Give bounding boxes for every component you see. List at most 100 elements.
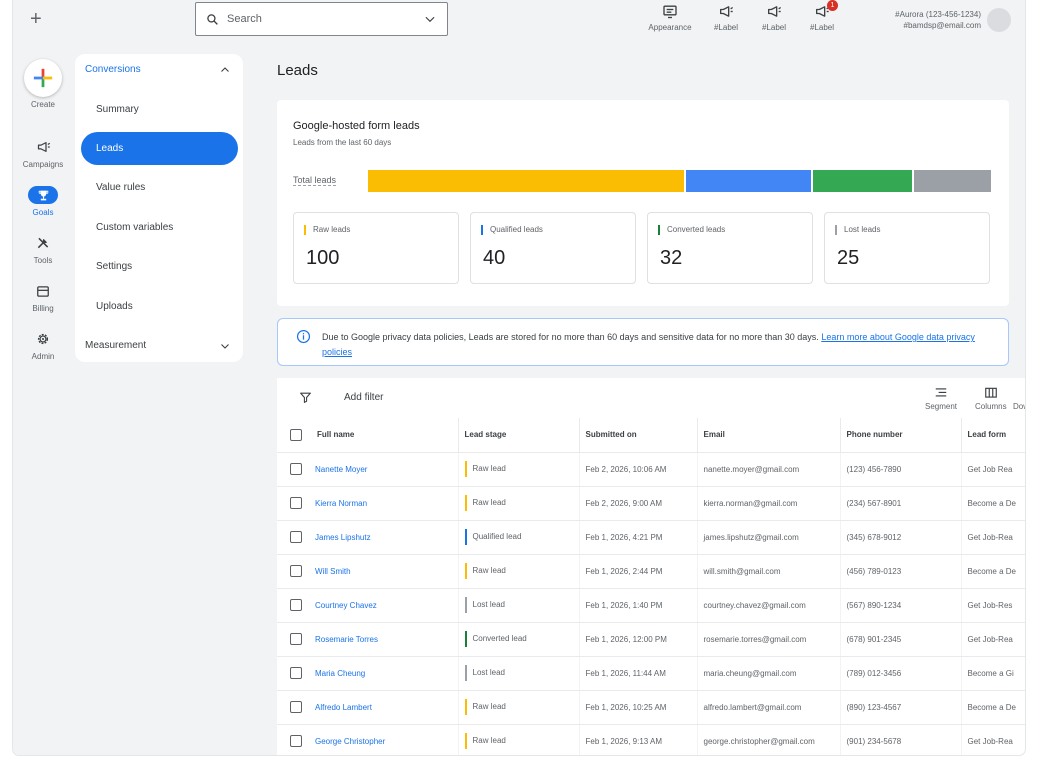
row-checkbox[interactable] xyxy=(290,497,302,509)
table-row[interactable]: Will Smith Raw lead Feb 1, 2026, 2:44 PM wi… xyxy=(277,554,1025,589)
row-checkbox[interactable] xyxy=(290,701,302,713)
segment-icon xyxy=(935,388,947,397)
table-header-row: Full name Lead stage Submitted on Email … xyxy=(277,418,1025,453)
lead-name-link[interactable]: Rosemarie Torres xyxy=(311,622,459,657)
submitted-on: Feb 2, 2026, 9:00 AM xyxy=(579,486,698,521)
table-row[interactable]: Rosemarie Torres Converted lead Feb 1, 202… xyxy=(277,622,1025,657)
lead-bar-segment[interactable] xyxy=(810,170,912,192)
col-lead-form[interactable]: Lead form xyxy=(961,418,1025,453)
filter-icon[interactable] xyxy=(299,391,312,404)
nav-item-custom-variables[interactable]: Custom variables xyxy=(96,222,173,233)
stat-raw-leads: Raw leads 100 xyxy=(293,212,459,284)
nav-item-summary[interactable]: Summary xyxy=(96,104,139,115)
columns-button[interactable]: Columns xyxy=(975,387,1007,411)
avatar[interactable] xyxy=(987,8,1011,32)
row-checkbox[interactable] xyxy=(290,633,302,645)
row-checkbox[interactable] xyxy=(290,667,302,679)
table-row[interactable]: Kierra Norman Raw lead Feb 2, 2026, 9:00 A… xyxy=(277,486,1025,521)
lead-name-link[interactable]: Nanette Moyer xyxy=(311,452,459,487)
stat-converted-leads: Converted leads 32 xyxy=(647,212,813,284)
rail-item-admin[interactable]: Admin xyxy=(13,330,73,361)
leads-summary-card: Google-hosted form leads Leads from the … xyxy=(277,100,1009,306)
table-row[interactable]: Courtney Chavez Lost lead Feb 1, 2026, 1:4… xyxy=(277,588,1025,623)
lead-bar-segment[interactable] xyxy=(368,170,685,192)
lead-name-link[interactable]: James Lipshutz xyxy=(311,520,459,555)
table-row[interactable]: Nanette Moyer Raw lead Feb 2, 2026, 10:06 … xyxy=(277,452,1025,487)
lead-phone: (567) 890-1234 xyxy=(840,588,962,623)
create-label: Create xyxy=(30,100,55,109)
table-row[interactable]: James Lipshutz Qualified lead Feb 1, 2026,… xyxy=(277,520,1025,555)
lead-name-link[interactable]: Alfredo Lambert xyxy=(311,690,459,725)
total-leads-label[interactable]: Total leads xyxy=(293,175,337,186)
label-text-3: #Label xyxy=(809,23,835,32)
row-checkbox[interactable] xyxy=(290,735,302,747)
nav-item-leads[interactable]: Leads xyxy=(81,132,238,165)
row-checkbox-cell xyxy=(277,588,311,623)
label-button-3[interactable]: 1 #Label xyxy=(805,0,839,32)
lead-email: maria.cheung@gmail.com xyxy=(697,656,841,691)
tools-icon xyxy=(37,237,49,249)
rail-item-goals[interactable]: Goals xyxy=(13,186,73,217)
chevron-up-icon[interactable] xyxy=(219,64,231,76)
create-button[interactable] xyxy=(24,59,62,97)
account-info[interactable]: #Aurora (123-456-1234) #bamdsp@email.com xyxy=(877,9,981,31)
rail-item-tools[interactable]: Tools xyxy=(13,234,73,265)
search-input[interactable]: Search xyxy=(227,13,423,25)
search-box[interactable]: Search xyxy=(195,2,448,36)
label-button-1[interactable]: #Label xyxy=(709,4,743,32)
table-row[interactable]: Maria Cheung Lost lead Feb 1, 2026, 11:44 … xyxy=(277,656,1025,691)
lead-stage-cell: Converted lead xyxy=(458,622,580,657)
lead-stage-cell: Raw lead xyxy=(458,724,580,755)
rail-item-billing[interactable]: Billing xyxy=(13,282,73,313)
table-body: Nanette Moyer Raw lead Feb 2, 2026, 10:06 … xyxy=(277,452,1025,755)
label-button-2[interactable]: #Label xyxy=(757,4,791,32)
row-checkbox-cell xyxy=(277,452,311,487)
nav-item-uploads[interactable]: Uploads xyxy=(96,301,133,312)
lead-bar-segment[interactable] xyxy=(684,170,811,192)
lead-name-link[interactable]: Will Smith xyxy=(311,554,459,589)
lead-stage-cell: Raw lead xyxy=(458,554,580,589)
segment-label: Segment xyxy=(925,402,958,411)
secondary-nav: Conversions Summary Leads Value rules Cu… xyxy=(75,54,243,362)
col-lead-stage[interactable]: Lead stage xyxy=(458,418,580,453)
nav-item-value-rules[interactable]: Value rules xyxy=(96,182,145,193)
lead-form: Become a De xyxy=(961,486,1025,521)
download-button[interactable]: Dow xyxy=(1013,387,1025,411)
nav-section-measurement[interactable]: Measurement xyxy=(85,340,146,351)
nav-section-conversions[interactable]: Conversions xyxy=(85,64,141,75)
label-text-2: #Label xyxy=(761,23,787,32)
plus-icon[interactable]: + xyxy=(30,8,42,31)
select-all-checkbox[interactable] xyxy=(290,428,302,441)
label-text-1: #Label xyxy=(713,23,739,32)
col-phone-number[interactable]: Phone number xyxy=(840,418,962,453)
segment-button[interactable]: Segment xyxy=(925,387,957,411)
lead-bar-segment[interactable] xyxy=(911,170,991,192)
row-checkbox[interactable] xyxy=(290,599,302,611)
megaphone-icon xyxy=(720,6,734,17)
submitted-on: Feb 1, 2026, 11:44 AM xyxy=(579,656,698,691)
chevron-down-icon[interactable] xyxy=(423,12,437,26)
lead-phone: (234) 567-8901 xyxy=(840,486,962,521)
stat-label: Qualified leads xyxy=(481,225,543,235)
lead-name-link[interactable]: Kierra Norman xyxy=(311,486,459,521)
rail-label-goals: Goals xyxy=(32,208,54,217)
stat-value: 32 xyxy=(660,247,683,269)
row-checkbox[interactable] xyxy=(290,463,302,475)
notice-text: Due to Google privacy data policies, Lea… xyxy=(322,332,819,342)
col-full-name[interactable]: Full name xyxy=(311,418,459,453)
add-filter-button[interactable]: Add filter xyxy=(344,392,383,403)
rail-item-campaigns[interactable]: Campaigns xyxy=(13,138,73,169)
chevron-down-icon[interactable] xyxy=(219,340,231,352)
row-checkbox[interactable] xyxy=(290,531,302,543)
row-checkbox[interactable] xyxy=(290,565,302,577)
appearance-button[interactable]: Appearance xyxy=(645,4,695,32)
col-submitted-on[interactable]: Submitted on xyxy=(579,418,698,453)
nav-item-settings[interactable]: Settings xyxy=(96,261,132,272)
col-email[interactable]: Email xyxy=(697,418,841,453)
table-row[interactable]: Alfredo Lambert Raw lead Feb 1, 2026, 10:2… xyxy=(277,690,1025,725)
lead-name-link[interactable]: Courtney Chavez xyxy=(311,588,459,623)
table-row[interactable]: George Christopher Raw lead Feb 1, 2026, 9… xyxy=(277,724,1025,755)
lead-name-link[interactable]: George Christopher xyxy=(311,724,459,755)
lead-name-link[interactable]: Maria Cheung xyxy=(311,656,459,691)
stat-value: 100 xyxy=(306,247,340,269)
